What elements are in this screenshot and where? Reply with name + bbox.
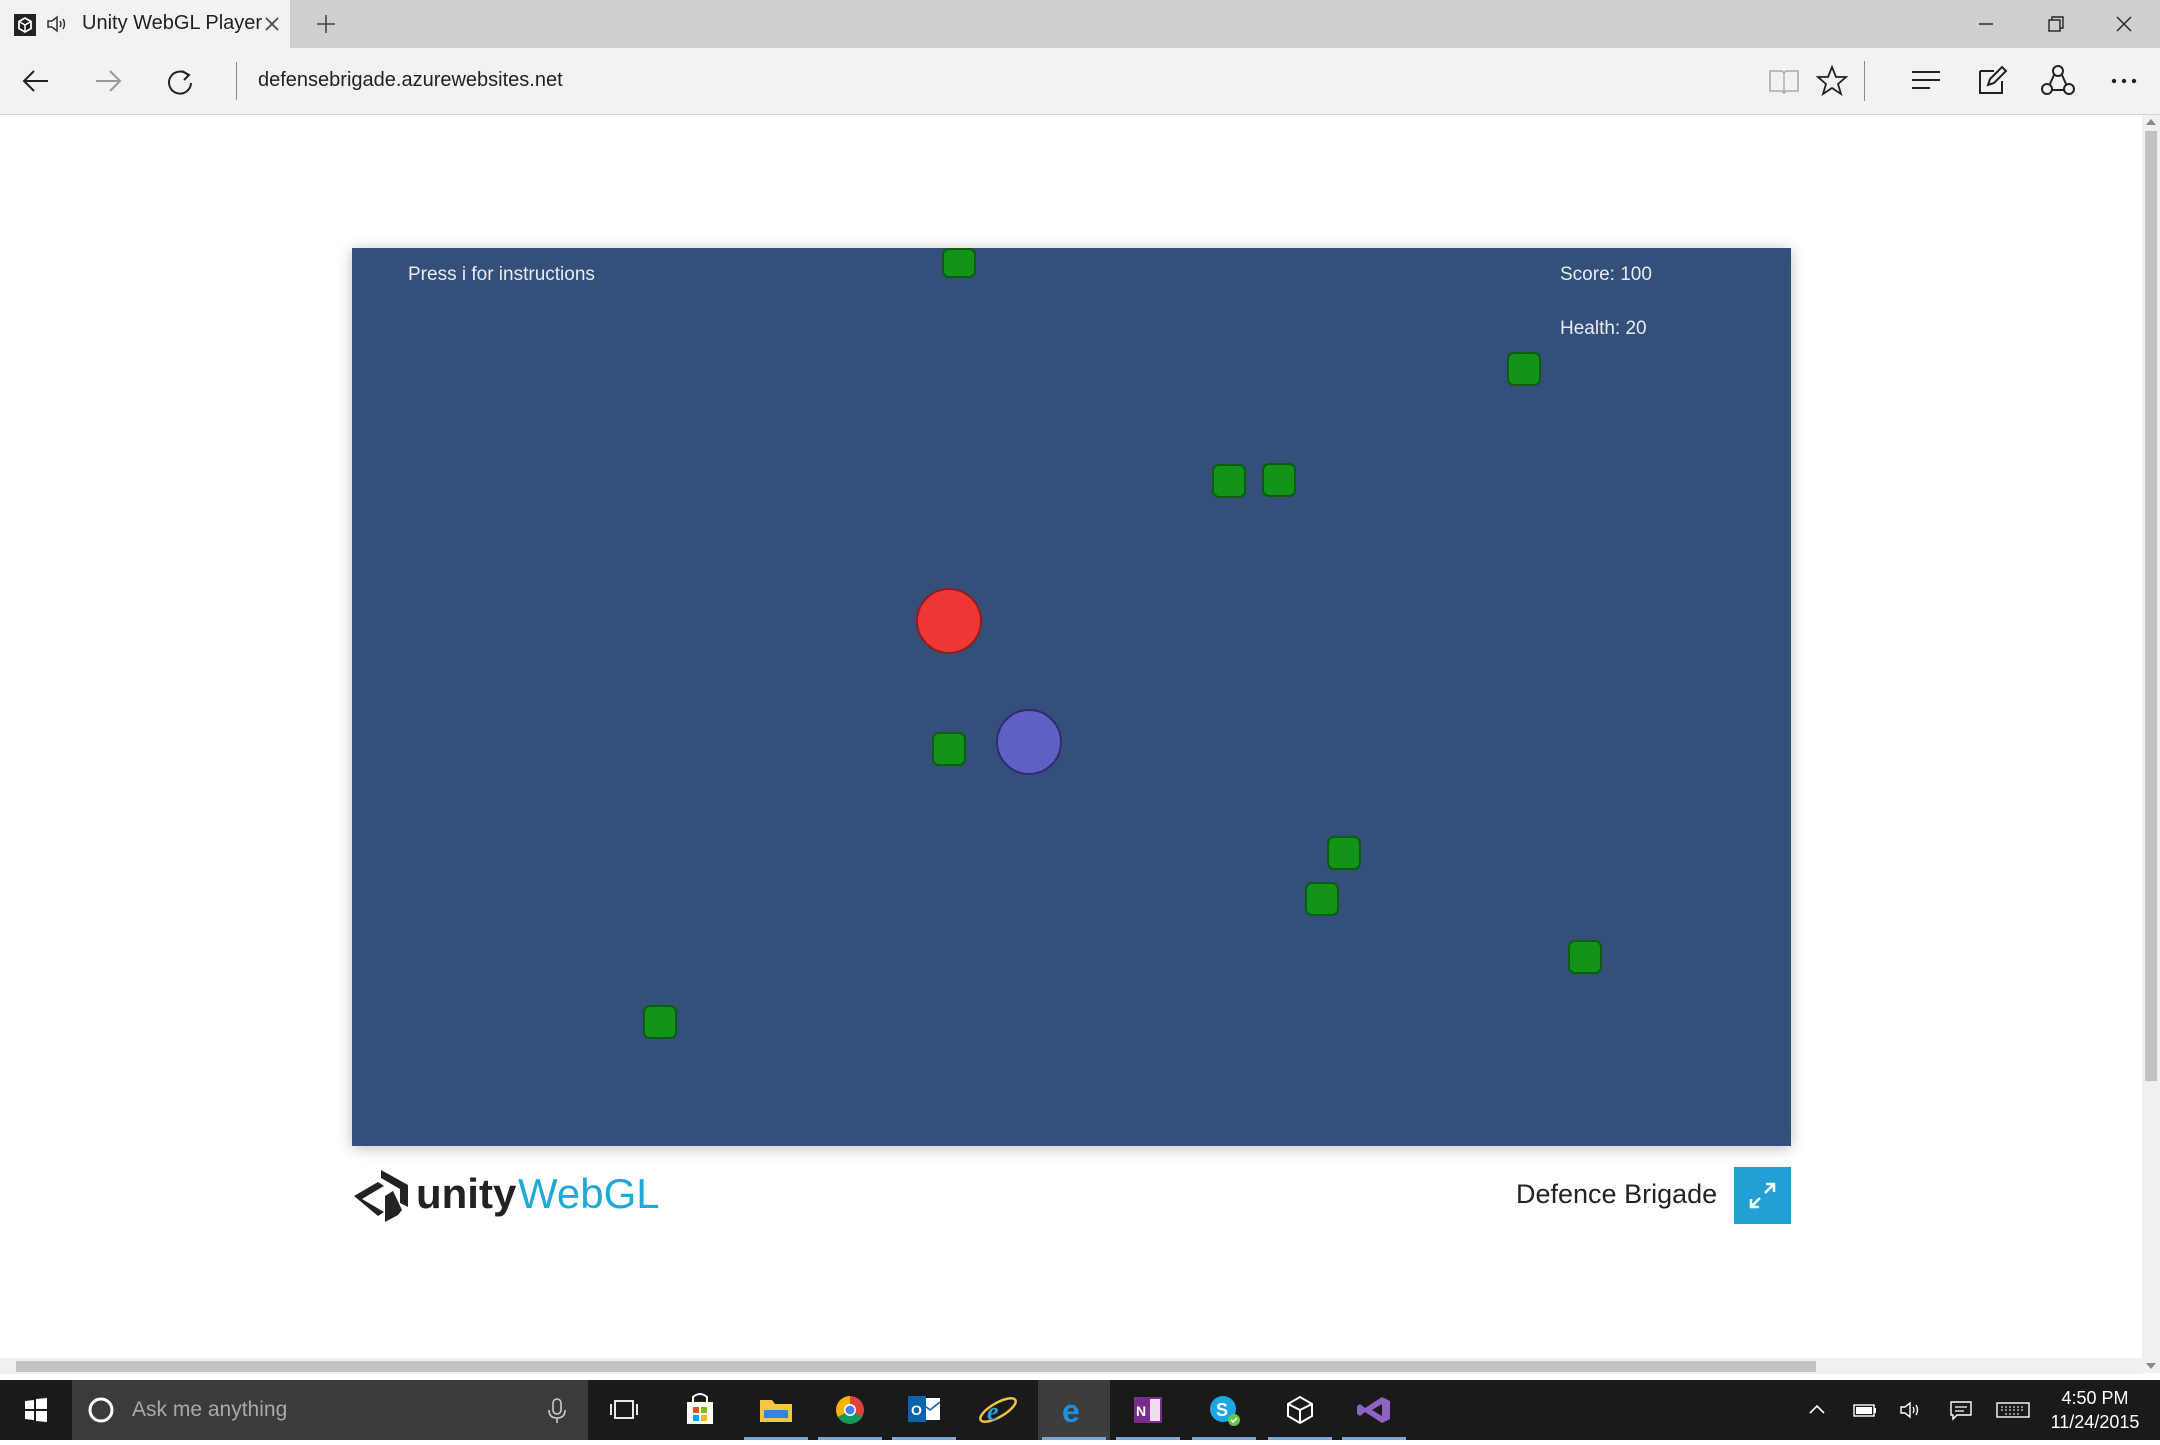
chrome-app[interactable] <box>814 1380 886 1440</box>
task-view-icon <box>610 1400 638 1419</box>
onenote-icon: N <box>1134 1397 1162 1423</box>
store-app[interactable] <box>664 1380 736 1440</box>
reading-view-icon[interactable] <box>1766 63 1802 99</box>
clock-date: 11/24/2015 <box>2050 1412 2140 1432</box>
microphone-icon[interactable] <box>546 1397 568 1425</box>
internet-explorer-icon: e <box>979 1397 1017 1426</box>
skype-icon: S <box>1210 1396 1240 1426</box>
show-hidden-icons-chevron-icon[interactable] <box>1804 1398 1830 1422</box>
cortana-circle-icon <box>88 1397 114 1423</box>
outlook-app[interactable]: O <box>888 1380 960 1440</box>
folder-icon <box>760 1400 792 1422</box>
cortana-search-box[interactable]: Ask me anything <box>72 1380 588 1440</box>
new-tab-icon[interactable] <box>314 12 338 36</box>
share-icon[interactable] <box>2040 63 2076 99</box>
horizontal-scrollbar[interactable] <box>0 1358 2142 1374</box>
vertical-scroll-thumb[interactable] <box>2145 131 2157 1081</box>
vertical-scrollbar[interactable] <box>2142 115 2160 1373</box>
close-window-icon[interactable] <box>2112 12 2136 36</box>
tab-unity-webgl-player[interactable]: Unity WebGL Player <box>0 0 290 48</box>
unity-webgl-logo: unity WebGL <box>350 1166 666 1231</box>
back-arrow-icon[interactable] <box>18 63 54 99</box>
unity-editor-icon <box>1287 1395 1313 1425</box>
file-explorer-app[interactable] <box>740 1380 812 1440</box>
battery-icon[interactable] <box>1852 1398 1878 1422</box>
chrome-icon <box>836 1396 864 1424</box>
green-block <box>1212 464 1246 498</box>
health-display: Health: 20 <box>1560 318 1647 339</box>
svg-text:S: S <box>1216 1400 1228 1420</box>
fullscreen-icon <box>1749 1182 1776 1209</box>
unity-app[interactable] <box>1264 1380 1336 1440</box>
horizontal-scroll-thumb[interactable] <box>16 1361 1816 1372</box>
green-block <box>1568 940 1602 974</box>
skype-app[interactable]: S <box>1188 1380 1260 1440</box>
close-tab-icon[interactable] <box>262 14 282 34</box>
instructions-hint: Press i for instructions <box>408 264 595 285</box>
unity-icon <box>14 14 36 36</box>
scroll-up-arrow-icon[interactable] <box>2146 119 2156 125</box>
green-block <box>932 732 966 766</box>
visual-studio-app[interactable] <box>1338 1380 1410 1440</box>
touch-keyboard-icon[interactable] <box>1996 1398 2030 1422</box>
green-block <box>942 248 976 278</box>
restore-icon[interactable] <box>2044 12 2068 36</box>
clock-time: 4:50 PM <box>2061 1388 2129 1408</box>
svg-text:N: N <box>1136 1403 1146 1419</box>
address-separator <box>236 62 237 100</box>
edge-icon: e <box>1062 1393 1080 1429</box>
action-center-icon[interactable] <box>1948 1398 1974 1422</box>
more-options-icon[interactable] <box>2106 63 2142 99</box>
green-block <box>1262 463 1296 497</box>
store-bag-icon <box>687 1393 713 1424</box>
unity-logo-icon: unity WebGL <box>354 1170 660 1222</box>
logo-unity-text: unity <box>416 1170 517 1217</box>
hub-icon[interactable] <box>1908 63 1944 99</box>
speaker-icon[interactable] <box>46 14 70 34</box>
unity-game-canvas[interactable]: Press i for instructions Score: 100 Heal… <box>352 248 1791 1146</box>
toolbar-separator <box>1864 61 1865 101</box>
browser-tab-bar: Unity WebGL Player <box>0 0 2160 48</box>
green-block <box>1305 882 1339 916</box>
player-ball <box>996 709 1062 775</box>
game-title: Defence Brigade <box>1516 1179 1718 1209</box>
windows-taskbar: Ask me anything O e e N S 4:50 PM 11/24/… <box>0 1380 2160 1440</box>
svg-text:e: e <box>987 1397 999 1426</box>
outlook-icon: O <box>908 1396 941 1422</box>
forward-arrow-icon[interactable] <box>90 63 126 99</box>
volume-icon[interactable] <box>1898 1398 1924 1422</box>
green-block <box>643 1005 677 1039</box>
tab-title: Unity WebGL Player <box>82 12 263 34</box>
browser-navigation-bar: defensebrigade.azurewebsites.net <box>0 48 2160 115</box>
task-view-button[interactable] <box>588 1380 660 1440</box>
taskbar-clock[interactable]: 4:50 PM 11/24/2015 <box>2040 1386 2150 1434</box>
edge-app[interactable]: e <box>1038 1380 1110 1440</box>
refresh-icon[interactable] <box>162 63 198 99</box>
fullscreen-button[interactable] <box>1734 1167 1791 1224</box>
logo-webgl-text: WebGL <box>518 1170 660 1217</box>
green-block <box>1327 836 1361 870</box>
address-bar-url[interactable]: defensebrigade.azurewebsites.net <box>258 69 563 92</box>
minimize-icon[interactable] <box>1974 12 1998 36</box>
web-note-icon[interactable] <box>1974 63 2010 99</box>
red-enemy-ball <box>916 588 982 654</box>
score-display: Score: 100 <box>1560 264 1652 285</box>
favorite-star-icon[interactable] <box>1814 63 1850 99</box>
start-windows-icon[interactable] <box>0 1380 72 1440</box>
search-placeholder: Ask me anything <box>132 1398 288 1421</box>
onenote-app[interactable]: N <box>1112 1380 1184 1440</box>
svg-text:O: O <box>911 1402 922 1418</box>
scroll-down-arrow-icon[interactable] <box>2146 1363 2156 1369</box>
svg-text:e: e <box>1062 1393 1080 1429</box>
internet-explorer-app[interactable]: e <box>962 1380 1034 1440</box>
visual-studio-icon <box>1357 1397 1390 1423</box>
green-block <box>1507 352 1541 386</box>
